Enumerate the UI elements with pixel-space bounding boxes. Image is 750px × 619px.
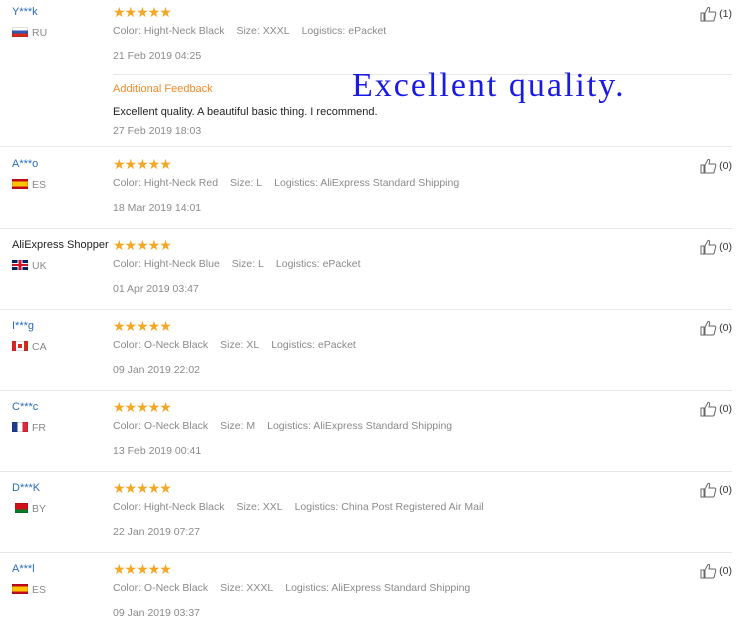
order-info: Color: Hight-Neck Blue Size: L Logistics: …	[113, 258, 373, 270]
order-size: Size: L	[231, 258, 264, 270]
reviewer-name[interactable]: Y***k	[12, 6, 38, 18]
helpful-count: (0)	[719, 241, 732, 253]
star-rating: ★★★★★	[113, 237, 172, 253]
order-size: Size: XXL	[236, 501, 283, 513]
review-item: C***c FR ★★★★★ Color: O-Neck Black Size: …	[0, 395, 732, 472]
overlay-caption: Excellent quality.	[352, 67, 626, 104]
review-item: A***l ES ★★★★★ Color: O-Neck Black Size: …	[0, 557, 732, 619]
reviewer-name[interactable]: A***o	[12, 158, 38, 170]
order-logistics: Logistics: ePacket	[301, 25, 387, 37]
order-info: Color: O-Neck Black Size: XXXL Logistics: …	[113, 582, 482, 594]
thumbs-up-icon	[700, 563, 717, 579]
flag-icon	[12, 27, 28, 37]
order-info: Color: Hight-Neck Black Size: XXL Logistic…	[113, 501, 496, 513]
order-size: Size: M	[220, 420, 256, 432]
order-logistics: Logistics: ePacket	[271, 339, 356, 351]
order-color: Color: Hight-Neck Red	[113, 177, 219, 189]
order-info: Color: Hight-Neck Red Size: L Logistics: A…	[113, 177, 471, 189]
thumbs-up-icon	[700, 482, 717, 498]
star-rating: ★★★★★	[113, 399, 172, 415]
helpful-button[interactable]: (0)	[700, 482, 732, 498]
helpful-button[interactable]: (0)	[700, 320, 732, 336]
flag-icon	[12, 422, 28, 432]
flag-icon	[12, 503, 28, 513]
reviewer-country: ES	[12, 584, 46, 596]
order-size: Size: XL	[220, 339, 260, 351]
additional-feedback-title: Additional Feedback	[113, 83, 213, 95]
reviewer-country: RU	[12, 27, 47, 39]
order-logistics: Logistics: AliExpress Standard Shipping	[267, 420, 453, 432]
reviewer-name[interactable]: A***l	[12, 563, 35, 575]
reviewer-name: AliExpress Shopper	[12, 239, 109, 251]
helpful-count: (0)	[719, 565, 732, 577]
star-rating: ★★★★★	[113, 318, 172, 334]
helpful-button[interactable]: (0)	[700, 401, 732, 417]
flag-icon	[12, 341, 28, 351]
thumbs-up-icon	[700, 401, 717, 417]
helpful-count: (0)	[719, 322, 732, 334]
order-size: Size: L	[230, 177, 263, 189]
review-date: 01 Apr 2019 03:47	[113, 283, 199, 295]
helpful-count: (0)	[719, 403, 732, 415]
flag-icon	[12, 179, 28, 189]
order-size: Size: XXXL	[220, 582, 274, 594]
star-rating: ★★★★★	[113, 156, 172, 172]
reviewer-country: CA	[12, 341, 47, 353]
star-rating: ★★★★★	[113, 480, 172, 496]
review-item: D***K BY ★★★★★ Color: Hight-Neck Black Si…	[0, 476, 732, 553]
order-size: Size: XXXL	[236, 25, 290, 37]
order-logistics: Logistics: AliExpress Standard Shipping	[285, 582, 471, 594]
order-logistics: Logistics: ePacket	[275, 258, 361, 270]
flag-icon	[12, 584, 28, 594]
helpful-count: (1)	[719, 8, 732, 20]
order-logistics: Logistics: China Post Registered Air Mai…	[294, 501, 484, 513]
reviewer-country: ES	[12, 179, 46, 191]
reviewer-name[interactable]: I***g	[12, 320, 34, 332]
reviewer-country: BY	[12, 503, 46, 515]
helpful-button[interactable]: (1)	[700, 6, 732, 22]
review-date: 18 Mar 2019 14:01	[113, 202, 202, 214]
order-color: Color: O-Neck Black	[113, 420, 209, 432]
review-date: 09 Jan 2019 03:37	[113, 607, 200, 619]
review-date: 21 Feb 2019 04:25	[113, 50, 202, 62]
star-rating: ★★★★★	[113, 4, 172, 20]
reviewer-country: UK	[12, 260, 47, 272]
review-item: A***o ES ★★★★★ Color: Hight-Neck Red Size…	[0, 152, 732, 229]
additional-feedback-date: 27 Feb 2019 18:03	[113, 125, 202, 137]
reviewer-name[interactable]: C***c	[12, 401, 38, 413]
helpful-button[interactable]: (0)	[700, 239, 732, 255]
order-color: Color: O-Neck Black	[113, 582, 209, 594]
order-color: Color: Hight-Neck Black	[113, 501, 225, 513]
order-color: Color: Hight-Neck Blue	[113, 258, 220, 270]
star-rating: ★★★★★	[113, 561, 172, 577]
thumbs-up-icon	[700, 239, 717, 255]
order-info: Color: Hight-Neck Black Size: XXXL Logisti…	[113, 25, 398, 37]
additional-feedback-text: Excellent quality. A beautiful basic thi…	[113, 106, 378, 118]
order-color: Color: Hight-Neck Black	[113, 25, 225, 37]
review-item: AliExpress Shopper UK ★★★★★ Color: Hight…	[0, 233, 732, 310]
thumbs-up-icon	[700, 6, 717, 22]
helpful-button[interactable]: (0)	[700, 563, 732, 579]
order-color: Color: O-Neck Black	[113, 339, 209, 351]
helpful-count: (0)	[719, 160, 732, 172]
reviewer-country: FR	[12, 422, 46, 434]
order-info: Color: O-Neck Black Size: XL Logistics: eP…	[113, 339, 368, 351]
order-logistics: Logistics: AliExpress Standard Shipping	[274, 177, 460, 189]
order-info: Color: O-Neck Black Size: M Logistics: Ali…	[113, 420, 464, 432]
review-date: 22 Jan 2019 07:27	[113, 526, 200, 538]
review-item: I***g CA ★★★★★ Color: O-Neck Black Size: …	[0, 314, 732, 391]
reviewer-name[interactable]: D***K	[12, 482, 40, 494]
review-date: 13 Feb 2019 00:41	[113, 445, 202, 457]
flag-icon	[12, 260, 28, 270]
thumbs-up-icon	[700, 320, 717, 336]
helpful-button[interactable]: (0)	[700, 158, 732, 174]
thumbs-up-icon	[700, 158, 717, 174]
review-date: 09 Jan 2019 22:02	[113, 364, 200, 376]
helpful-count: (0)	[719, 484, 732, 496]
